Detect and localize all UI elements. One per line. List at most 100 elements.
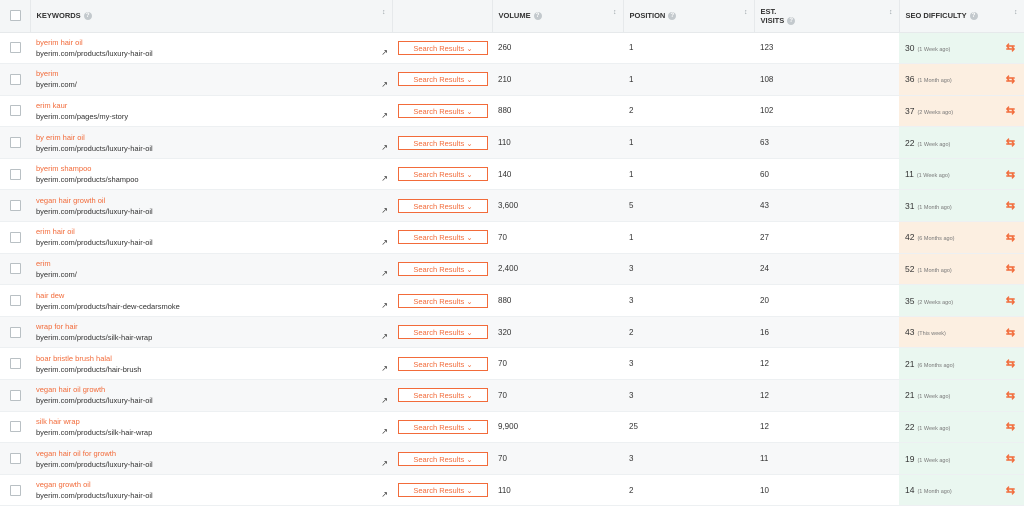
keyword-link[interactable]: vegan growth oil (36, 479, 386, 490)
seo-difficulty-updated: (1 Week ago) (917, 141, 951, 148)
search-results-button[interactable]: Search Results ⌄ (398, 356, 488, 371)
keyword-link[interactable]: erim hair oil (36, 226, 386, 237)
search-results-button[interactable]: Search Results ⌄ (398, 419, 488, 434)
column-volume[interactable]: VOLUME? ↕ (492, 0, 624, 33)
table-row: vegan hair oil growth byerim.com/products… (0, 379, 1024, 412)
external-link-icon[interactable]: ↗ (381, 269, 388, 278)
sort-icon[interactable]: ↕ (1014, 9, 1018, 16)
row-checkbox[interactable] (10, 137, 21, 149)
column-seo-difficulty[interactable]: SEO DIFFICULTY? ↕ (899, 0, 1024, 33)
external-link-icon[interactable]: ↗ (381, 332, 388, 341)
select-all-checkbox[interactable] (10, 10, 21, 22)
info-icon[interactable]: ? (969, 12, 978, 21)
row-checkbox[interactable] (10, 326, 21, 338)
external-link-icon[interactable]: ↗ (381, 238, 388, 247)
external-link-icon[interactable]: ↗ (381, 80, 388, 89)
row-checkbox[interactable] (10, 389, 21, 401)
keyword-link[interactable]: erim (36, 258, 386, 269)
external-link-icon[interactable]: ↗ (381, 206, 388, 215)
seo-difficulty-value: 35 (905, 295, 915, 306)
keyword-link[interactable]: wrap for hair (36, 321, 386, 332)
external-link-icon[interactable]: ↗ (381, 48, 388, 57)
sort-icon[interactable]: ↕ (613, 9, 617, 16)
row-checkbox[interactable] (10, 231, 21, 243)
refresh-icon[interactable]: ⇆ (1006, 327, 1015, 339)
row-checkbox[interactable] (10, 484, 21, 496)
keyword-url: byerim.com/pages/my-story (36, 111, 129, 121)
row-checkbox[interactable] (10, 263, 21, 275)
external-link-icon[interactable]: ↗ (381, 396, 388, 405)
refresh-icon[interactable]: ⇆ (1006, 358, 1015, 370)
refresh-icon[interactable]: ⇆ (1006, 137, 1015, 149)
external-link-icon[interactable]: ↗ (381, 174, 388, 183)
refresh-icon[interactable]: ⇆ (1006, 453, 1015, 465)
search-results-button[interactable]: Search Results ⌄ (398, 293, 488, 308)
refresh-icon[interactable]: ⇆ (1006, 232, 1015, 244)
refresh-icon[interactable]: ⇆ (1006, 485, 1015, 497)
external-link-icon[interactable]: ↗ (381, 427, 388, 436)
row-checkbox[interactable] (10, 168, 21, 180)
refresh-icon[interactable]: ⇆ (1006, 295, 1015, 307)
search-results-button[interactable]: Search Results ⌄ (398, 198, 488, 213)
sort-icon[interactable]: ↕ (382, 9, 386, 16)
row-checkbox[interactable] (10, 200, 21, 212)
search-results-button[interactable]: Search Results ⌄ (398, 135, 488, 150)
search-results-button[interactable]: Search Results ⌄ (398, 72, 488, 87)
row-checkbox[interactable] (10, 358, 21, 370)
external-link-icon[interactable]: ↗ (381, 111, 388, 120)
external-link-icon[interactable]: ↗ (381, 143, 388, 152)
refresh-icon[interactable]: ⇆ (1006, 105, 1015, 117)
search-results-button[interactable]: Search Results ⌄ (398, 167, 488, 182)
keyword-link[interactable]: vegan hair growth oil (36, 195, 386, 206)
row-checkbox[interactable] (10, 73, 21, 85)
search-results-button[interactable]: Search Results ⌄ (398, 325, 488, 340)
sort-icon[interactable]: ↕ (889, 9, 893, 16)
keyword-link[interactable]: byerim shampoo (36, 163, 386, 174)
external-link-icon[interactable]: ↗ (381, 490, 388, 499)
refresh-icon[interactable]: ⇆ (1006, 200, 1015, 212)
info-icon[interactable]: ? (83, 12, 92, 21)
info-icon[interactable]: ? (533, 12, 542, 21)
external-link-icon[interactable]: ↗ (381, 364, 388, 373)
keyword-link[interactable]: silk hair wrap (36, 416, 386, 427)
search-results-button[interactable]: Search Results ⌄ (398, 483, 488, 498)
keyword-link[interactable]: erim kaur (36, 100, 386, 111)
keyword-link[interactable]: vegan hair oil growth (36, 384, 386, 395)
row-checkbox[interactable] (10, 42, 21, 54)
search-results-button[interactable]: Search Results ⌄ (398, 40, 488, 55)
position-cell: 2 (623, 95, 754, 128)
column-position[interactable]: POSITION? ↕ (623, 0, 755, 33)
info-icon[interactable]: ? (668, 12, 677, 21)
row-checkbox[interactable] (10, 421, 21, 433)
external-link-icon[interactable]: ↗ (381, 301, 388, 310)
search-results-button[interactable]: Search Results ⌄ (398, 230, 488, 245)
refresh-icon[interactable]: ⇆ (1006, 421, 1015, 433)
search-results-button[interactable]: Search Results ⌄ (398, 451, 488, 466)
search-results-button[interactable]: Search Results ⌄ (398, 261, 488, 276)
refresh-icon[interactable]: ⇆ (1006, 74, 1015, 86)
row-checkbox[interactable] (10, 105, 21, 117)
position-cell: 1 (623, 126, 754, 159)
column-est-visits[interactable]: EST. VISITS? ↕ (754, 0, 900, 33)
seo-difficulty-cell: 11 (1 Week ago) (899, 158, 997, 191)
keyword-link[interactable]: vegan hair oil for growth (36, 448, 386, 459)
info-icon[interactable]: ? (787, 16, 796, 25)
sort-icon[interactable]: ↕ (744, 9, 748, 16)
row-checkbox[interactable] (10, 453, 21, 465)
column-keywords[interactable]: KEYWORDS? ↕ (30, 0, 393, 33)
column-est-visits-label-2: VISITS (760, 15, 785, 25)
search-results-button[interactable]: Search Results ⌄ (398, 388, 488, 403)
row-checkbox[interactable] (10, 295, 21, 307)
keyword-link[interactable]: byerim (36, 68, 386, 79)
keyword-link[interactable]: boar bristle brush halal (36, 353, 386, 364)
keyword-link[interactable]: hair dew (36, 290, 386, 301)
search-results-button[interactable]: Search Results ⌄ (398, 103, 488, 118)
refresh-icon[interactable]: ⇆ (1006, 263, 1015, 275)
external-link-icon[interactable]: ↗ (381, 459, 388, 468)
refresh-icon[interactable]: ⇆ (1006, 42, 1015, 54)
est-visits-cell: 63 (754, 126, 899, 159)
keyword-link[interactable]: by erim hair oil (36, 132, 386, 143)
refresh-icon[interactable]: ⇆ (1006, 390, 1015, 402)
refresh-icon[interactable]: ⇆ (1006, 169, 1015, 181)
keyword-link[interactable]: byerim hair oil (36, 37, 386, 48)
